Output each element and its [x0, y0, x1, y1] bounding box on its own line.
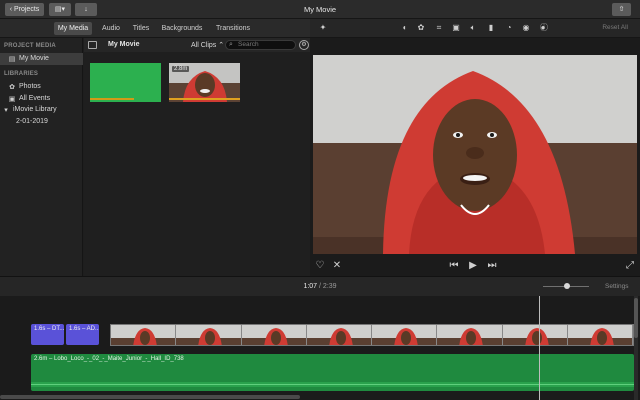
timeline[interactable]: 1.6s – DT... 1.6s – AD... 2.6m – Lobo_Lo…: [0, 296, 640, 400]
equalizer-icon[interactable]: ▮: [486, 23, 496, 33]
tab-my-media[interactable]: My Media: [54, 22, 92, 35]
libraries-sidebar: PROJECT MEDIA ▤ My Movie LIBRARIES ✿ Photo…: [0, 38, 83, 276]
used-range-bar: [169, 98, 240, 100]
filmstrip-frame: [306, 325, 372, 345]
info-icon-glyph[interactable]: ⓘ: [539, 23, 549, 33]
favorite-heart-icon[interactable]: ♡: [313, 260, 327, 272]
tab-audio[interactable]: Audio: [98, 22, 124, 35]
clip-duration-label: 2.8m: [172, 66, 190, 72]
zoom-slider-knob[interactable]: [564, 283, 570, 289]
playhead[interactable]: [539, 296, 540, 400]
filmstrip-frame: [111, 325, 177, 345]
timeline-horizontal-scrollbar[interactable]: [0, 395, 300, 399]
color-balance-icon[interactable]: ◐: [400, 23, 410, 33]
filmstrip-frame: [567, 325, 633, 345]
clip-filter-dropdown[interactable]: All Clips ⌃: [191, 41, 224, 49]
current-time: 1:07: [303, 283, 318, 290]
project-media-heading: PROJECT MEDIA: [4, 43, 56, 49]
chevron-updown-icon: ⌃: [218, 42, 225, 49]
filmstrip-frame: [502, 325, 568, 345]
libraries-heading: LIBRARIES: [4, 71, 39, 77]
scrollbar-thumb[interactable]: [634, 298, 638, 338]
time-separator: /: [319, 283, 321, 290]
disclosure-triangle-icon[interactable]: ▾: [2, 107, 10, 115]
browser-header: My Movie All Clips ⌃ ⌕ Search ⚙: [84, 38, 310, 52]
sidebar-toggle-icon[interactable]: [88, 41, 97, 49]
color-correction-icon[interactable]: ✿: [416, 23, 426, 33]
clip-thumbnail-green[interactable]: [90, 63, 161, 102]
timeline-vertical-scrollbar[interactable]: [634, 296, 638, 400]
photos-icon: ✿: [9, 84, 15, 91]
video-preview[interactable]: [313, 55, 637, 254]
film-icon: ▤: [8, 56, 16, 63]
media-browser: My Movie All Clips ⌃ ⌕ Search ⚙ 2.8m: [84, 38, 310, 276]
skip-forward-icon[interactable]: ⏭︎: [485, 260, 499, 272]
sidebar-item-event[interactable]: 2-01-2019: [0, 116, 83, 128]
fullscreen-icon[interactable]: ⤢: [623, 260, 637, 272]
filmstrip-frame: [241, 325, 307, 345]
stabilization-icon[interactable]: ▣: [451, 23, 461, 33]
search-icon: ⌕: [229, 41, 233, 48]
gear-icon[interactable]: ⚙: [299, 40, 309, 50]
tab-titles[interactable]: Titles: [130, 22, 152, 35]
video-frame: [313, 55, 637, 254]
audio-clip[interactable]: 1.6s – AD...: [66, 324, 99, 345]
music-clip[interactable]: 2.6m – Lobo_Loco_-_02_-_Maite_Junior_-_H…: [31, 354, 634, 391]
timeline-settings-button[interactable]: Settings: [605, 283, 629, 290]
reject-icon[interactable]: ✕: [330, 260, 344, 272]
filmstrip-frame: [372, 325, 438, 345]
share-icon: ⇧: [618, 6, 625, 13]
magic-wand-icon[interactable]: ✦: [318, 23, 328, 33]
sidebar-item-my-movie[interactable]: ▤ My Movie: [0, 53, 83, 65]
browser-tabs: My Media Audio Titles Backgrounds Transi…: [0, 19, 310, 38]
volume-icon[interactable]: 🔈︎: [468, 23, 478, 33]
window-title: My Movie: [303, 5, 337, 14]
timeline-header: 1:07 / 2:39 Settings: [0, 276, 640, 296]
waveform: [31, 382, 634, 387]
filmstrip-frame: [437, 325, 503, 345]
skip-back-icon[interactable]: ⏮︎: [447, 260, 461, 272]
browser-title: My Movie: [108, 41, 140, 48]
search-input[interactable]: ⌕ Search: [225, 40, 296, 50]
noise-reduction-icon[interactable]: ◉: [521, 23, 531, 33]
filmstrip-frame: [176, 325, 242, 345]
tab-backgrounds[interactable]: Backgrounds: [160, 22, 204, 35]
play-icon[interactable]: ▶: [466, 260, 480, 272]
title-bar: ‹ Projects ▤▾ ↓ My Movie ⇧: [0, 0, 640, 19]
reset-all-button[interactable]: Reset All: [602, 24, 628, 31]
used-range-bar: [90, 98, 134, 100]
crop-icon[interactable]: ⌗: [434, 23, 444, 33]
sidebar-item-imovie-library[interactable]: ▾ iMovie Library: [0, 104, 83, 116]
clip-thumbnail-video[interactable]: 2.8m: [169, 63, 240, 102]
speed-icon[interactable]: ◔: [504, 23, 514, 33]
tab-transitions[interactable]: Transitions: [213, 22, 253, 35]
video-clip-track[interactable]: [110, 324, 634, 346]
events-icon: ▣: [8, 96, 16, 103]
share-button[interactable]: ⇧: [612, 3, 631, 16]
audio-clip[interactable]: 1.6s – DT...: [31, 324, 64, 345]
sidebar-item-photos[interactable]: ✿ Photos: [0, 81, 83, 93]
adjustments-toolbar: ✦ ◐ ✿ ⌗ ▣ 🔈︎ ▮ ◔ ◉ ● ⓘ Reset All: [310, 19, 640, 38]
total-time: 2:39: [322, 283, 337, 290]
viewer: ♡ ✕ ⏮︎ ▶ ⏭︎ ⤢: [310, 38, 640, 276]
